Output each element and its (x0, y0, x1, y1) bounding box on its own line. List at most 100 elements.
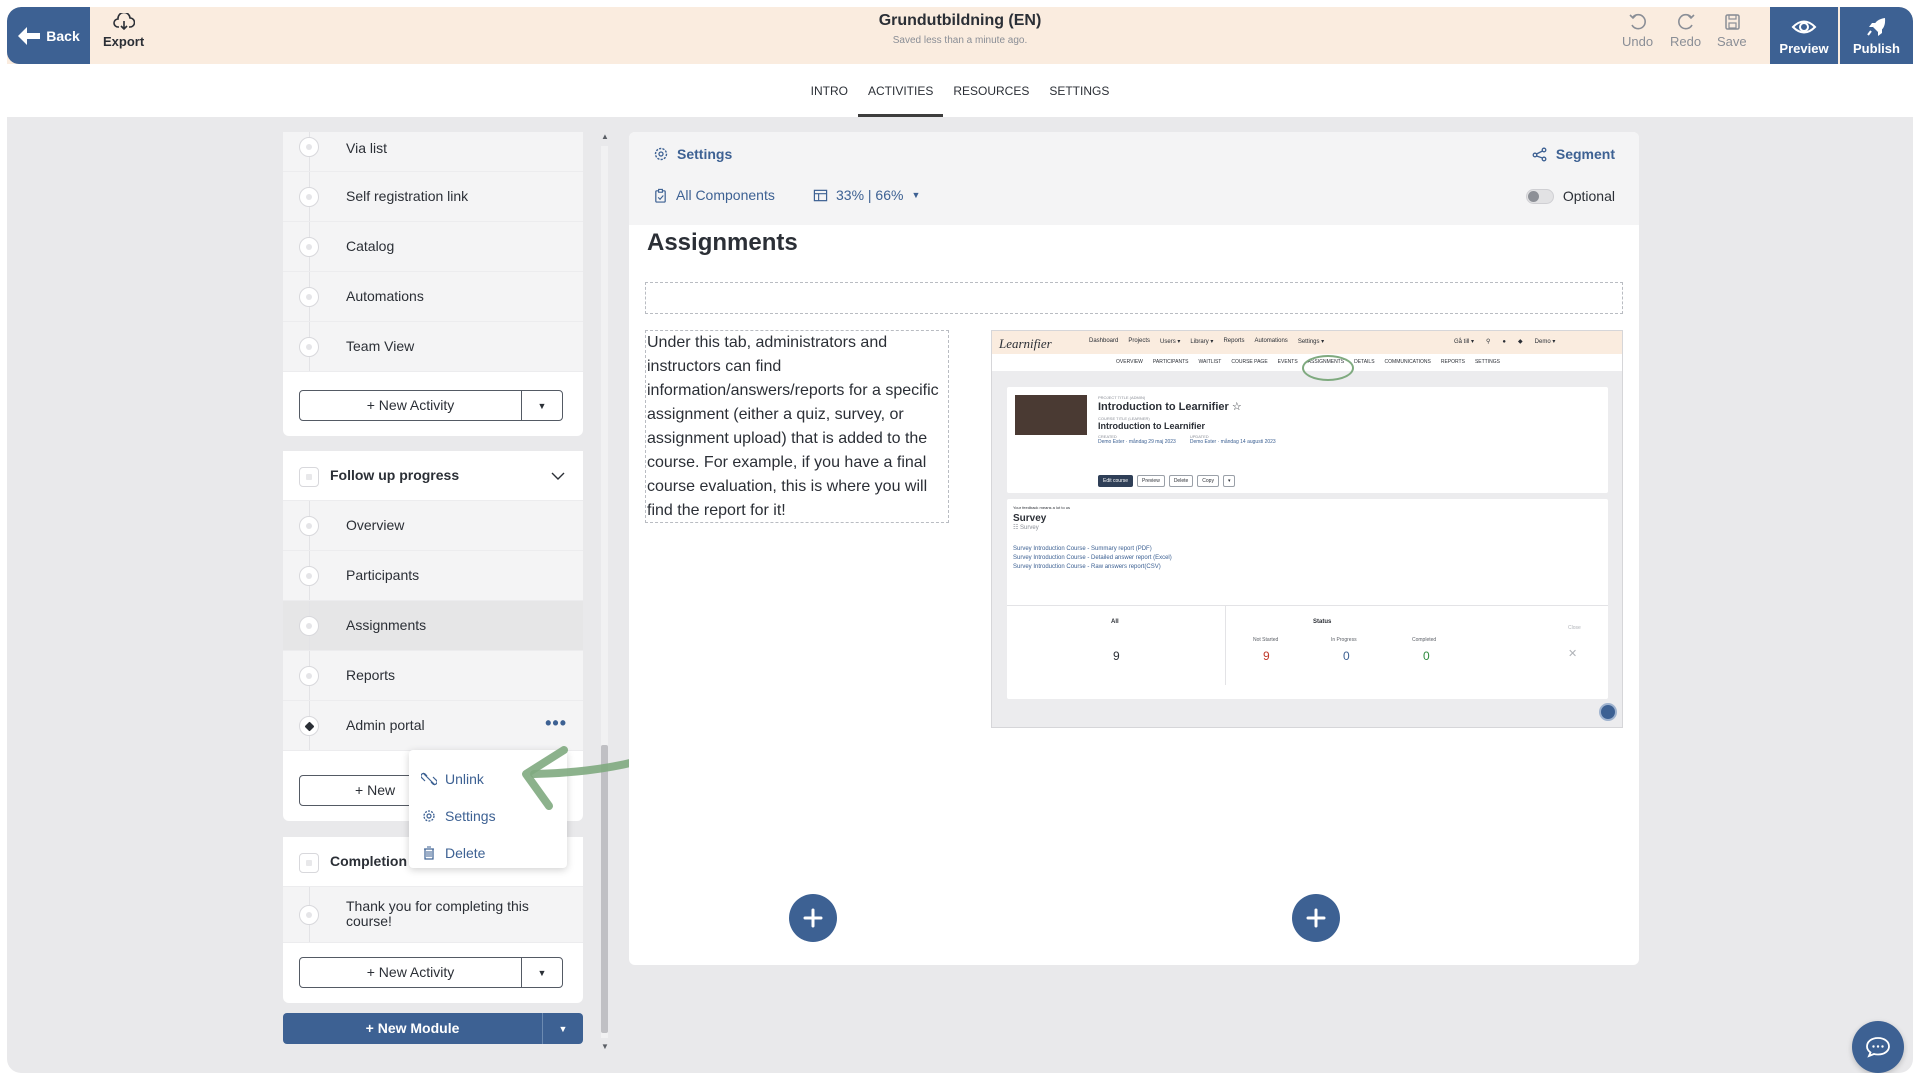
lock-icon (299, 853, 319, 873)
add-component-button-left[interactable] (789, 894, 837, 942)
chat-bubbles-icon: ◆ (1518, 339, 1523, 345)
caret-down-icon[interactable]: ▼ (543, 1024, 583, 1034)
activity-label: Via list (346, 140, 387, 156)
eye-icon (1791, 20, 1817, 33)
course-title: Introduction to Learnifier (1098, 421, 1205, 431)
embedded-tab: EVENTS (1277, 359, 1298, 365)
redo-button[interactable]: Redo (1670, 13, 1701, 49)
activity-item[interactable]: Self registration link (283, 172, 583, 222)
preview-button[interactable]: Preview (1770, 7, 1838, 64)
embedded-course-buttons: Edit course Preview Delete Copy ▾ (1098, 475, 1236, 487)
activity-node-icon (299, 337, 319, 357)
module-access: Via list Self registration link Catalog … (283, 132, 583, 436)
highlight-circle (1302, 355, 1354, 381)
caret-down-icon[interactable]: ▼ (522, 401, 562, 411)
embedded-preview: Preview (1137, 475, 1165, 487)
activity-item[interactable]: Reports (283, 651, 583, 701)
course-meta: CREATED Demo Ester · måndag 29 maj 2023 U… (1098, 434, 1276, 445)
in-progress-label: In Progress (1331, 637, 1357, 643)
all-components-link[interactable]: All Components (653, 187, 775, 203)
updated-value: Demo Ester · måndag 14 augusti 2023 (1189, 439, 1276, 445)
tab-activities[interactable]: ACTIVITIES (857, 64, 944, 117)
component-drop-zone[interactable] (645, 282, 1623, 314)
menu-item-label: Unlink (445, 770, 484, 787)
trash-icon (424, 846, 434, 860)
tab-resources[interactable]: RESOURCES (943, 64, 1039, 117)
undo-icon (1628, 13, 1646, 30)
activity-label: Participants (346, 567, 420, 583)
optional-toggle[interactable] (1525, 188, 1554, 204)
publish-label: Publish (1853, 40, 1900, 56)
tab-settings[interactable]: SETTINGS (1039, 64, 1119, 117)
activity-item[interactable]: Participants (283, 551, 583, 601)
embedded-copy-caret: ▾ (1222, 475, 1236, 487)
menu-item-delete[interactable]: Delete (409, 834, 567, 871)
chevron-down-icon[interactable] (551, 469, 565, 483)
left-scrollbar[interactable]: ▲ ▼ (598, 132, 610, 1057)
close-icon: ✕ (1568, 648, 1578, 660)
export-button[interactable]: Export (103, 13, 144, 49)
activity-item-selected[interactable]: Assignments (283, 601, 583, 651)
save-button[interactable]: Save (1717, 13, 1747, 49)
embedded-right-nav: Gå till ▾ ⚲ ● ◆ Demo ▾ (1454, 338, 1556, 346)
new-activity-button[interactable]: + New Activity ▼ (299, 390, 563, 421)
panel-settings-link[interactable]: Settings (653, 146, 732, 162)
activity-item[interactable]: Thank you for completing this course! (283, 887, 583, 943)
embedded-chat-icon (1599, 703, 1617, 721)
segment-label: Segment (1555, 146, 1615, 162)
floppy-disk-icon (1725, 14, 1740, 30)
activity-item[interactable]: Automations (283, 272, 583, 322)
segment-link[interactable]: Segment (1532, 146, 1615, 162)
scroll-down-icon[interactable]: ▼ (601, 1042, 609, 1051)
embedded-tab: WAITLIST (1198, 359, 1222, 365)
document-title: Grundutbildning (EN) (878, 12, 1042, 29)
embedded-tab: COURSE PAGE (1231, 359, 1268, 365)
scroll-up-icon[interactable]: ▲ (601, 132, 609, 141)
new-module-button[interactable]: + New Module ▼ (283, 1013, 583, 1044)
embedded-topbar: Learnifier Dashboard Projects Users ▾ Li… (992, 331, 1622, 354)
search-icon: ⚲ (1486, 339, 1491, 345)
completed-label: Completed (1412, 637, 1437, 643)
layout-dropdown[interactable]: 33% | 66% ▼ (813, 187, 920, 203)
module-header[interactable]: Follow up progress (283, 451, 583, 501)
report-links: Survey Introduction Course - Summary rep… (1013, 545, 1172, 572)
back-button[interactable]: Back (7, 7, 90, 64)
embedded-nav-item: Library ▾ (1190, 339, 1214, 345)
embedded-delete: Delete (1168, 475, 1194, 487)
activity-item[interactable]: Via list (283, 132, 583, 172)
embedded-survey-card: Your feedback means a lot to us Survey ☷… (1007, 499, 1608, 699)
chat-support-button[interactable] (1852, 1021, 1904, 1073)
text-component[interactable]: Under this tab, administrators and instr… (645, 330, 949, 523)
activity-item[interactable]: Overview (283, 501, 583, 551)
module-node-icon (299, 467, 319, 487)
undo-button[interactable]: Undo (1622, 13, 1653, 49)
embedded-nav-item: Projects (1128, 338, 1151, 344)
redo-icon (1677, 13, 1695, 30)
embedded-user: Demo ▾ (1534, 339, 1556, 345)
tab-intro[interactable]: INTRO (801, 64, 858, 117)
embedded-copy: Copy (1197, 475, 1219, 487)
linked-activity-icon (299, 716, 319, 736)
activity-item[interactable]: Catalog (283, 222, 583, 272)
layout-icon (813, 189, 828, 201)
report-link: Survey Introduction Course - Detailed an… (1013, 555, 1172, 561)
save-label: Save (1717, 34, 1747, 49)
add-component-button-right[interactable] (1292, 894, 1340, 942)
new-activity-button[interactable]: + New Activity ▼ (299, 957, 563, 988)
survey-sub: ☷ Survey (1013, 525, 1039, 531)
activity-node-icon (299, 616, 319, 636)
share-segment-icon (1532, 147, 1547, 162)
activity-item[interactable]: Team View (283, 322, 583, 372)
activity-label: Admin portal (346, 717, 425, 733)
activity-label: Overview (346, 517, 405, 533)
publish-button[interactable]: Publish (1840, 7, 1913, 64)
page-title: Assignments (647, 229, 798, 256)
main-tabs: INTRO ACTIVITIES RESOURCES SETTINGS (7, 64, 1913, 117)
all-label: All (1111, 619, 1119, 625)
caret-down-icon[interactable]: ▼ (522, 968, 562, 978)
cloud-download-icon (112, 13, 135, 31)
activity-node-icon (299, 137, 319, 157)
image-component[interactable]: Learnifier Dashboard Projects Users ▾ Li… (991, 330, 1623, 728)
clipboard-icon (655, 188, 666, 203)
embedded-nav-item: Users ▾ (1160, 339, 1181, 345)
